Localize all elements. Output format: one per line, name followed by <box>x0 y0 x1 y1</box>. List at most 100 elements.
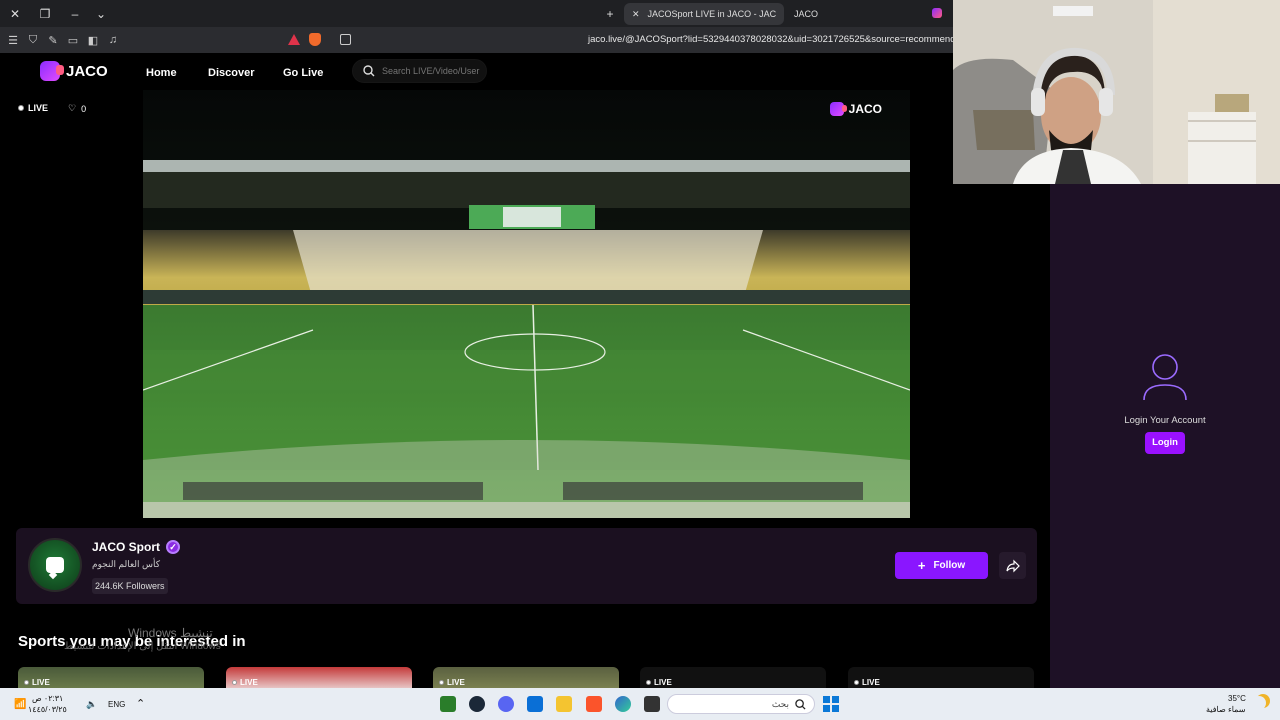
shield-icon[interactable]: ⛉ <box>23 27 43 53</box>
watermark-text: JACO <box>848 102 882 116</box>
video-watermark: JACO <box>829 102 882 116</box>
browser-tabbar: ✕ ❐ – ⌄ + ✕ JACOSport LIVE in JACO - JAC… <box>0 0 953 27</box>
start-tile <box>832 696 839 703</box>
thumb-live-badge: LIVE <box>439 678 465 687</box>
sidebar-icon[interactable]: ◧ <box>83 27 103 53</box>
new-tab-icon[interactable]: + <box>596 0 624 27</box>
nav-home[interactable]: Home <box>146 67 177 79</box>
extensions-icon[interactable]: ✎ <box>43 27 63 53</box>
follow-label: Follow <box>933 560 966 571</box>
address-bar[interactable]: jaco.live/@JACOSport?lid=532944037802803… <box>588 34 962 45</box>
nav-discover[interactable]: Discover <box>208 67 254 79</box>
jaco-logo-icon <box>829 102 847 116</box>
speaker-icon[interactable]: 🔈 <box>86 699 97 710</box>
search-bar[interactable] <box>352 59 487 83</box>
discord-icon[interactable] <box>498 696 514 712</box>
nvidia-icon[interactable] <box>440 696 456 712</box>
share-icon <box>1005 559 1020 572</box>
stream-thumbnail[interactable]: LIVE <box>226 667 412 688</box>
webcam-overlay <box>953 0 1280 184</box>
folder-icon[interactable] <box>556 696 572 712</box>
moon-icon[interactable] <box>1252 696 1266 710</box>
user-icon <box>1143 354 1187 401</box>
steam-icon[interactable] <box>469 696 485 712</box>
login-button[interactable]: Login <box>1145 432 1185 454</box>
windows-taskbar: 📶 ٠٢:٣١ ص ١٤٤٥/٠٣/٢٥ 🔈 ENG ⌃ بحث 35°C سم… <box>0 688 1280 720</box>
thumb-live-badge: LIVE <box>854 678 880 687</box>
live-label: LIVE <box>28 103 49 113</box>
taskbar-date: ١٤٤٥/٠٣/٢٥ <box>28 705 67 714</box>
language-indicator[interactable]: ENG <box>108 700 125 709</box>
streamer-subtitle: كأس العالم النجوم <box>92 559 161 569</box>
menu-icon[interactable]: ☰ <box>3 27 23 53</box>
stadium-video-frame <box>143 90 910 518</box>
tab-jacosport[interactable]: ✕ JACOSport LIVE in JACO - JAC <box>624 3 784 25</box>
followers-count: 244.6K Followers <box>92 578 168 594</box>
search-icon <box>795 698 806 710</box>
windows-activation-subtitle: انتقل إلى الإعدادات لتنشيط Windows <box>64 641 221 652</box>
stream-thumbnail[interactable]: LIVE <box>433 667 619 688</box>
windows-activation-title: Windows تنشيط <box>128 626 213 640</box>
reader-icon[interactable] <box>340 34 351 45</box>
brave-shield-icon[interactable] <box>309 33 321 46</box>
start-tile <box>823 705 830 712</box>
brave-icon[interactable] <box>586 696 602 712</box>
streamer-card: JACO Sport ✓ كأس العالم النجوم 244.6K Fo… <box>16 528 1037 604</box>
jaco-logo-icon <box>40 61 64 81</box>
share-button[interactable] <box>999 552 1026 579</box>
verified-icon: ✓ <box>166 540 181 554</box>
tabs-icon[interactable]: ▭ <box>63 27 83 53</box>
app-icon[interactable] <box>644 696 660 712</box>
login-panel: Login Your Account Login <box>1050 184 1280 688</box>
live-dot-icon <box>232 680 237 685</box>
search-input[interactable] <box>382 66 482 76</box>
nav-go-live[interactable]: Go Live <box>283 67 323 79</box>
warning-icon[interactable] <box>288 34 300 45</box>
thumb-live-label: LIVE <box>862 678 880 687</box>
taskbar-search[interactable]: بحث <box>667 694 815 714</box>
thumb-live-label: LIVE <box>447 678 465 687</box>
weather-temp: 35°C <box>1228 694 1246 703</box>
streamer-name-row: JACO Sport ✓ <box>92 540 181 554</box>
stream-thumbnail[interactable]: LIVE <box>640 667 826 688</box>
thumb-live-label: LIVE <box>654 678 672 687</box>
thumb-live-label: LIVE <box>32 678 50 687</box>
brand-name: JACO <box>66 62 108 80</box>
jaco-site: JACO Home Discover Go Live LIVE ♡ 0 <box>0 53 1050 688</box>
jaco-favicon-icon <box>932 8 942 18</box>
plus-icon: + <box>917 558 926 573</box>
tab-close-icon[interactable]: ✕ <box>632 9 640 20</box>
live-dot-icon <box>18 105 24 111</box>
chevron-up-icon[interactable]: ⌃ <box>136 697 145 710</box>
jaco-logo[interactable]: JACO <box>40 61 108 81</box>
likes-counter[interactable]: ♡ 0 <box>68 103 86 114</box>
close-window-icon[interactable]: ✕ <box>0 0 30 27</box>
network-icon[interactable]: 📶 <box>14 699 26 710</box>
avatar[interactable] <box>28 538 82 592</box>
edge-icon[interactable] <box>615 696 631 712</box>
likes-count: 0 <box>81 103 87 114</box>
login-prompt: Login Your Account <box>1124 415 1206 426</box>
thumb-live-label: LIVE <box>240 678 258 687</box>
tab-label: JACO <box>794 9 819 19</box>
start-tile <box>832 705 839 712</box>
thumb-live-badge: LIVE <box>24 678 50 687</box>
restore-window-icon[interactable]: ❐ <box>30 0 60 27</box>
video-player[interactable]: JACO <box>143 90 910 518</box>
streamer-name[interactable]: JACO Sport <box>92 540 160 554</box>
stream-thumbnail[interactable]: LIVE <box>18 667 204 688</box>
music-icon[interactable]: ♫ <box>103 27 123 53</box>
windows-start-icon[interactable] <box>823 696 839 712</box>
webcam-feed <box>953 0 1280 184</box>
live-dot-icon <box>854 680 859 685</box>
stream-thumbnail[interactable]: LIVE <box>848 667 1034 688</box>
live-dot-icon <box>24 680 29 685</box>
chevron-down-icon[interactable]: ⌄ <box>86 0 116 27</box>
heart-icon: ♡ <box>68 103 77 113</box>
taskbar-time: ٠٢:٣١ ص <box>32 694 64 703</box>
follow-button[interactable]: + Follow <box>895 552 988 579</box>
search-icon <box>363 65 375 77</box>
store-icon[interactable] <box>527 696 543 712</box>
tab-jaco[interactable]: JACO <box>786 3 846 25</box>
tab-label: JACOSport LIVE in JACO - JAC <box>647 9 777 19</box>
